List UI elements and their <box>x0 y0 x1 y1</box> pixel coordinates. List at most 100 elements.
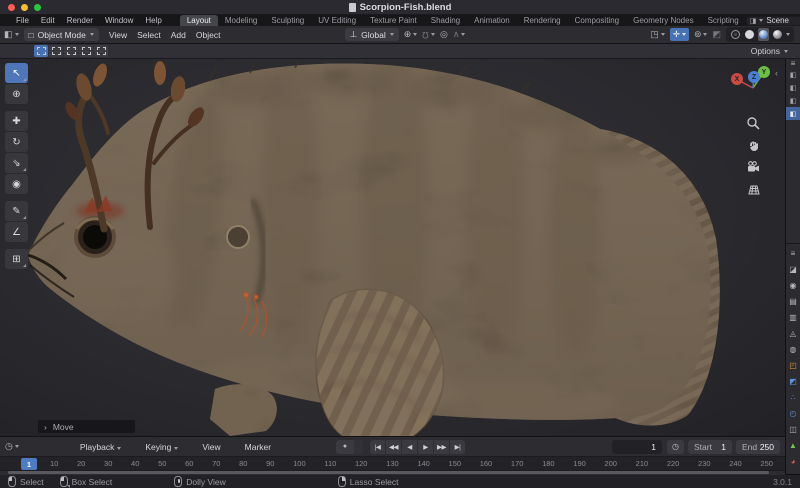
timeline-ruler[interactable]: 1020304050607080901001101201301401501601… <box>0 457 785 471</box>
gizmo-z-axis[interactable]: Z <box>748 71 760 83</box>
options-dropdown[interactable]: Options <box>751 46 788 56</box>
timeline-editor-type-button[interactable]: ◷ <box>5 441 19 452</box>
tab-object[interactable]: ◰ <box>789 357 797 373</box>
record-options-button[interactable] <box>354 440 363 454</box>
rotate-tool[interactable]: ↻ <box>5 132 28 152</box>
outliner-row[interactable]: ◧ <box>786 94 800 107</box>
menu-object[interactable]: Object <box>191 30 226 40</box>
frame-clock-button[interactable]: ◷ <box>667 440 684 454</box>
record-button[interactable]: ● <box>336 440 354 454</box>
object-visibility-dropdown[interactable]: ◳ <box>650 29 665 40</box>
tab-view-layer[interactable]: ▥ <box>789 309 797 325</box>
workspace-tab[interactable]: Scripting <box>701 15 746 26</box>
pivot-point-dropdown[interactable]: ⊕ <box>404 29 418 40</box>
proportional-editing-toggle[interactable]: ◎ <box>440 29 448 40</box>
add-cube-tool[interactable]: ⊞ <box>5 249 28 269</box>
rendered-shading-button[interactable] <box>772 28 783 41</box>
tab-tool[interactable]: ◪ <box>789 261 797 277</box>
workspace-tab[interactable]: Shading <box>424 15 467 26</box>
measure-tool[interactable]: ∠ <box>5 222 28 242</box>
play-reverse-button[interactable]: ◀ <box>402 440 417 454</box>
menu-file[interactable]: File <box>10 16 35 25</box>
playhead[interactable]: 1 <box>21 458 37 470</box>
menu-window[interactable]: Window <box>99 16 139 25</box>
select-mode-extend[interactable] <box>49 45 63 57</box>
tab-scene[interactable]: ◬ <box>790 325 796 341</box>
snap-toggle[interactable]: Ω <box>422 30 435 40</box>
outliner-row[interactable]: ◧ <box>786 68 800 81</box>
camera-view-button[interactable] <box>745 159 761 175</box>
outliner-row-selected[interactable]: ◧ <box>786 107 800 120</box>
outliner-row[interactable]: ◧ <box>786 81 800 94</box>
select-mode-subtract[interactable] <box>64 45 78 57</box>
select-box-tool[interactable]: ↖ <box>5 63 28 83</box>
perspective-toggle-button[interactable] <box>745 181 761 197</box>
tab-filter[interactable]: ≡ <box>791 245 796 261</box>
editor-type-button[interactable]: ◧ <box>4 29 19 40</box>
annotate-tool[interactable]: ✎ <box>5 201 28 221</box>
jump-to-start-button[interactable]: |◀ <box>370 440 385 454</box>
operator-panel[interactable]: › Move <box>38 420 135 433</box>
move-tool[interactable]: ✚ <box>5 111 28 131</box>
select-mode-set[interactable] <box>34 45 48 57</box>
show-overlays-dropdown[interactable]: ⊚ <box>694 29 708 40</box>
gizmo-x-neg-axis[interactable] <box>768 85 780 97</box>
jump-to-end-button[interactable]: ▶| <box>450 440 465 454</box>
prev-keyframe-button[interactable]: ◀◀ <box>386 440 401 454</box>
tab-world[interactable]: ◍ <box>790 341 797 357</box>
tab-physics[interactable]: ◴ <box>790 405 797 421</box>
menu-edit[interactable]: Edit <box>35 16 61 25</box>
current-frame-field[interactable]: 1 <box>612 440 662 454</box>
tab-particles[interactable]: ∴ <box>790 389 795 405</box>
menu-render[interactable]: Render <box>61 16 99 25</box>
workspace-tab[interactable]: Layout <box>180 15 218 26</box>
show-gizmo-toggle[interactable]: ✛ <box>670 28 689 41</box>
workspace-tab[interactable]: Modeling <box>218 15 264 26</box>
menu-playback[interactable]: Playback <box>75 442 127 452</box>
menu-view[interactable]: View <box>104 30 132 40</box>
menu-add[interactable]: Add <box>166 30 191 40</box>
transform-tool[interactable]: ◉ <box>5 174 28 194</box>
workspace-tab[interactable]: Compositing <box>568 15 626 26</box>
scorpion-fish-model[interactable] <box>0 59 785 436</box>
menu-marker[interactable]: Marker <box>240 442 276 452</box>
next-keyframe-button[interactable]: ▶▶ <box>434 440 449 454</box>
scale-tool[interactable]: ⇘ <box>5 153 28 173</box>
menu-help[interactable]: Help <box>139 16 167 25</box>
navigation-gizmo[interactable]: XYZ <box>722 61 780 117</box>
gizmo-z-neg-axis[interactable] <box>752 88 764 100</box>
timeline-scrollbar[interactable] <box>0 471 785 475</box>
workspace-tab[interactable]: Rendering <box>517 15 568 26</box>
wireframe-shading-button[interactable] <box>730 28 741 41</box>
solid-shading-button[interactable] <box>744 28 755 41</box>
xray-toggle[interactable]: ◩ <box>712 29 721 40</box>
tab-constraints[interactable]: ◫ <box>789 421 797 437</box>
minimize-button[interactable] <box>21 4 28 11</box>
scene-selector[interactable]: ◨ Scene ⊞ × <box>746 16 800 26</box>
tab-render[interactable]: ◉ <box>790 277 797 293</box>
frame-start-field[interactable]: Start1 <box>688 440 732 454</box>
mode-dropdown[interactable]: □ Object Mode <box>24 28 99 41</box>
workspace-tab[interactable]: Geometry Nodes <box>626 15 700 26</box>
workspace-tab[interactable]: Texture Paint <box>363 15 424 26</box>
menu-select[interactable]: Select <box>132 30 166 40</box>
viewport-3d[interactable]: ↖⊕ ✚↻⇘◉ ✎∠ ⊞ XYZ <box>0 59 785 436</box>
select-mode-intersect[interactable] <box>94 45 108 57</box>
select-mode-invert[interactable] <box>79 45 93 57</box>
workspace-tab[interactable]: Animation <box>467 15 517 26</box>
sidebar-toggle-arrow[interactable]: ‹ <box>775 68 778 78</box>
zoom-view-button[interactable] <box>745 115 761 131</box>
zoom-button[interactable] <box>34 4 41 11</box>
tab-data[interactable]: ▲ <box>789 437 797 453</box>
tab-output[interactable]: ▤ <box>789 293 797 309</box>
cursor-tool[interactable]: ⊕ <box>5 84 28 104</box>
tab-modifiers[interactable]: ◩ <box>789 373 797 389</box>
pan-view-button[interactable] <box>745 137 761 153</box>
play-button[interactable]: ▶ <box>418 440 433 454</box>
gizmo-x-axis[interactable]: X <box>731 73 743 85</box>
menu-tl-view[interactable]: View <box>197 442 225 452</box>
tab-material[interactable]: ◕ <box>791 453 796 469</box>
scrollbar-thumb[interactable] <box>8 471 769 474</box>
outliner-editor-icon[interactable]: ≡ <box>791 59 796 68</box>
workspace-tab[interactable]: UV Editing <box>311 15 363 26</box>
